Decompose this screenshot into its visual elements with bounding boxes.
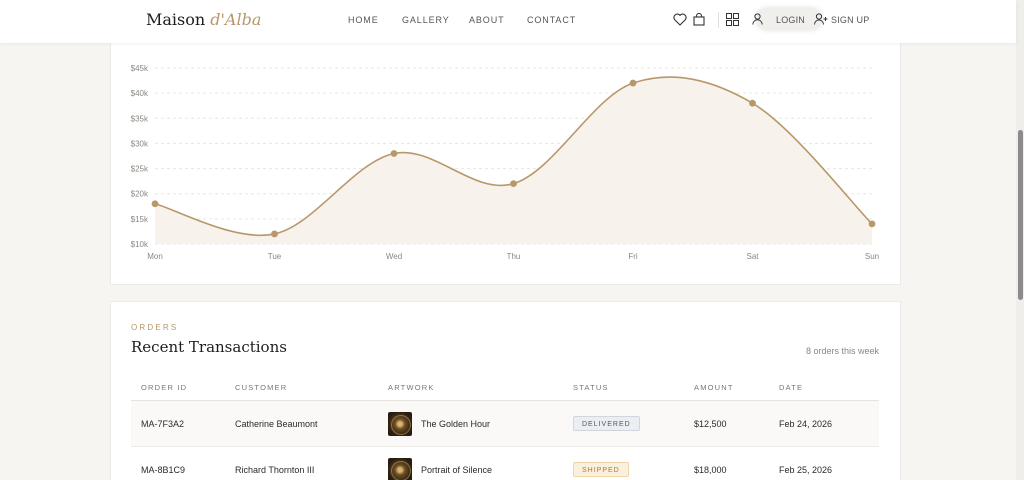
y-tick-label: $10k: [131, 240, 149, 249]
brand-logo[interactable]: Maison d'Alba: [146, 10, 261, 29]
shopping-bag-icon[interactable]: [691, 11, 707, 27]
column-header-artwork[interactable]: ARTWORK: [388, 383, 435, 392]
artwork-thumbnail[interactable]: [388, 458, 412, 480]
data-point: [868, 220, 876, 228]
order-id: MA-7F3A2: [141, 419, 185, 429]
area-fill: [155, 77, 872, 244]
user-icon[interactable]: [749, 11, 765, 27]
data-point: [271, 230, 278, 238]
y-tick-label: $45k: [131, 64, 149, 73]
order-amount: $12,500: [694, 419, 727, 429]
order-date: Feb 25, 2026: [779, 465, 833, 475]
order-id: MA-8B1C9: [141, 465, 186, 475]
y-tick-label: $30k: [131, 139, 149, 148]
login-label[interactable]: LOGIN: [776, 15, 805, 25]
x-tick-label: Sun: [865, 252, 879, 261]
order-date: Feb 24, 2026: [779, 419, 833, 429]
signup-label[interactable]: SIGN UP: [831, 15, 869, 25]
header-divider: [718, 12, 719, 28]
section-title: Recent Transactions: [131, 338, 287, 356]
data-point: [749, 99, 756, 107]
data-point: [151, 200, 159, 208]
customer-name: Richard Thornton III: [235, 465, 315, 475]
y-tick-label: $15k: [131, 215, 149, 224]
data-point: [390, 150, 398, 157]
top-nav-bar: Maison d'Alba HOME GALLERY ABOUT CONTACT…: [0, 0, 1016, 43]
user-plus-icon[interactable]: [813, 11, 829, 27]
brand-accent: d'Alba: [210, 10, 262, 29]
column-header-order-id[interactable]: ORDER ID: [141, 383, 187, 392]
grid-icon[interactable]: [724, 11, 740, 27]
nav-about[interactable]: ABOUT: [469, 15, 505, 25]
y-tick-label: $20k: [131, 190, 149, 199]
column-header-date[interactable]: DATE: [779, 383, 803, 392]
sales-chart: $10k $15k $20k $25k $30k $35k $40k $45k Mon Tue We…: [131, 64, 879, 261]
table-row[interactable]: MA-7F3A2 Catherine Beaumont The Golden H…: [131, 401, 879, 447]
y-tick-label: $25k: [131, 165, 149, 174]
orders-count: 8 orders this week: [805, 346, 879, 356]
x-tick-label: Tue: [268, 252, 282, 261]
status-badge: SHIPPED: [573, 462, 629, 477]
x-tick-label: Thu: [507, 252, 521, 261]
column-header-status[interactable]: STATUS: [573, 383, 609, 392]
section-eyebrow: ORDERS: [131, 323, 179, 332]
nav-home[interactable]: HOME: [348, 15, 379, 25]
x-tick-label: Wed: [386, 252, 402, 261]
brand-name: Maison: [146, 10, 206, 29]
column-header-customer[interactable]: CUSTOMER: [235, 383, 287, 392]
x-tick-label: Sat: [746, 252, 759, 261]
column-header-amount[interactable]: AMOUNT: [694, 383, 734, 392]
heart-icon[interactable]: [672, 11, 688, 27]
x-tick-label: Fri: [628, 252, 638, 261]
nav-gallery[interactable]: GALLERY: [402, 15, 450, 25]
data-point: [510, 180, 517, 188]
nav-contact[interactable]: CONTACT: [527, 15, 576, 25]
customer-name: Catherine Beaumont: [235, 419, 318, 429]
artwork-title[interactable]: Portrait of Silence: [421, 465, 492, 475]
y-tick-label: $35k: [131, 114, 149, 123]
artwork-title[interactable]: The Golden Hour: [421, 419, 490, 429]
table-row[interactable]: MA-8B1C9 Richard Thornton III Portrait o…: [131, 447, 879, 480]
order-amount: $18,000: [694, 465, 727, 475]
status-badge: DELIVERED: [573, 416, 640, 431]
x-tick-label: Mon: [147, 252, 163, 261]
y-tick-label: $40k: [131, 89, 149, 98]
data-point: [629, 79, 637, 87]
scrollbar-thumb[interactable]: [1018, 130, 1023, 300]
artwork-thumbnail[interactable]: [388, 412, 412, 436]
